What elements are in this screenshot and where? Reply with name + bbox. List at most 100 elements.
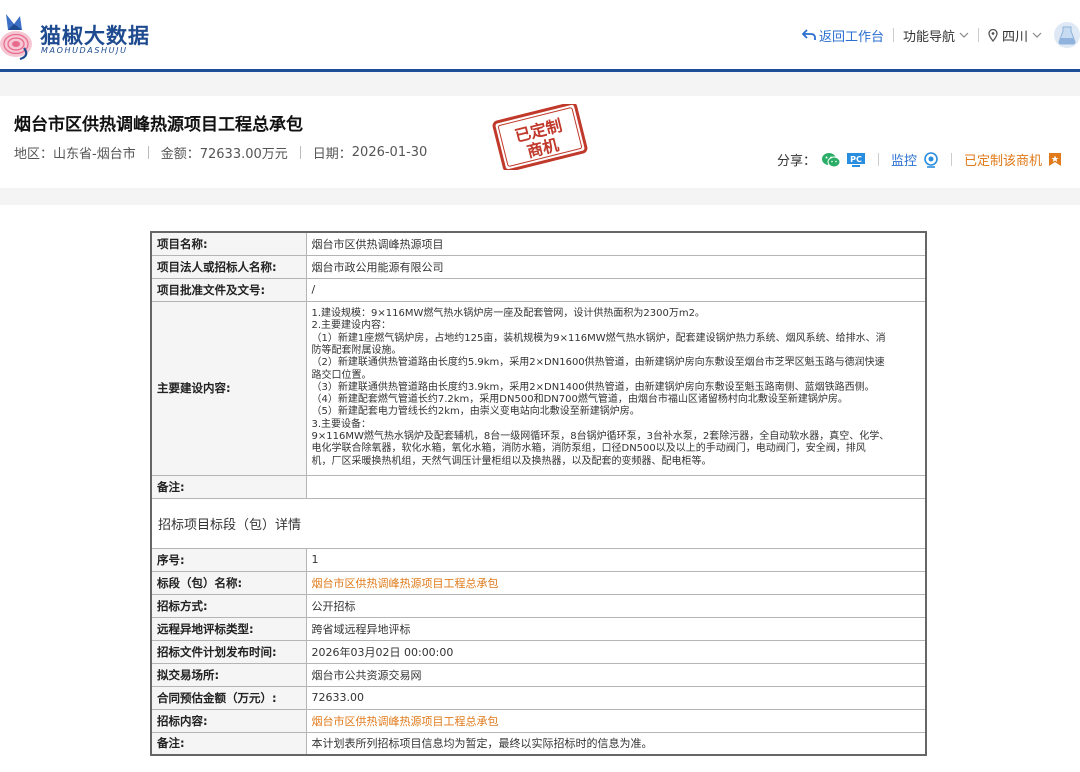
table-row: 标段（包）名称: 烟台市区供热调峰热源项目工程总承包	[150, 570, 927, 595]
table-row: 远程异地评标类型: 跨省域远程异地评标	[150, 616, 927, 641]
venue-label: 拟交易场所:	[150, 662, 307, 687]
content-line: 机，厂区采暖换热机组，天然气调压计量柜组以及换热器，以及配套的变频器、配电柜等。	[311, 455, 712, 467]
note-label: 备注:	[150, 731, 307, 756]
top-nav: 返回工作台 功能导航 四川	[801, 22, 1080, 48]
construction-content: 1.建设规模：9×116MW燃气热水锅炉房一座及配套管网，设计供热面积为2300…	[305, 300, 927, 476]
region-selector[interactable]: 四川	[988, 26, 1042, 45]
action-bar: 分享： PC 监控 已定制该商机	[777, 150, 1062, 169]
seq-label: 序号:	[150, 547, 307, 572]
method-label: 招标方式:	[150, 593, 307, 618]
seq-value: 1	[305, 547, 927, 572]
region-meta-label: 地区：	[14, 147, 54, 162]
header-accent-line	[0, 69, 1080, 72]
return-arrow-icon	[801, 29, 816, 40]
table-row: 招标项目标段（包）详情	[150, 497, 927, 549]
user-avatar[interactable]	[1054, 22, 1080, 48]
date-meta-value: 2026-01-30	[351, 145, 428, 160]
owner-value: 烟台市政公用能源有限公司	[305, 254, 927, 279]
share-label: 分享：	[776, 154, 816, 169]
meta-divider	[147, 146, 149, 159]
date-meta-label: 日期：	[312, 147, 352, 162]
table-row: 招标方式: 公开招标	[150, 593, 927, 618]
table-row: 项目法人或招标人名称: 烟台市政公用能源有限公司	[150, 254, 927, 279]
chevron-down-icon	[959, 32, 969, 38]
content-line: 9×116MW燃气热水锅炉及配套辅机，8台一级网循环泵，8台锅炉循环泵，3台补水…	[311, 431, 890, 443]
amount-meta-value: 72633.00万元	[199, 147, 288, 162]
customized-opportunity-button[interactable]: 已定制该商机	[964, 150, 1062, 169]
project-detail-table: 项目名称: 烟台市区供热调峰热源项目 项目法人或招标人名称: 烟台市政公用能源有…	[150, 231, 927, 756]
project-name-value: 烟台市区供热调峰热源项目	[305, 231, 927, 256]
wechat-icon	[821, 152, 840, 167]
table-row: 备注:	[150, 474, 927, 499]
section-title: 招标项目标段（包）详情	[150, 497, 927, 549]
bookmark-icon	[1049, 153, 1061, 166]
project-meta: 地区： 山东省-烟台市 金额： 72633.00万元 日期： 2026-01-3…	[14, 143, 427, 162]
monitor-label: 监控	[890, 154, 917, 169]
approval-label: 项目批准文件及文号:	[150, 277, 307, 302]
wechat-share-button[interactable]	[821, 152, 840, 168]
bid-content-link[interactable]: 烟台市区供热调峰热源项目工程总承包	[305, 708, 927, 733]
remote-value: 跨省域远程异地评标	[305, 616, 927, 641]
content-line: （1）新建1座燃气锅炉房，占地约125亩，装机规模为9×116MW燃气热水锅炉，…	[311, 332, 886, 344]
content-line: （5）新建配套电力管线长约2km，由崇义变电站向北敷设至新建锅炉房。	[311, 406, 640, 418]
customized-stamp: 已定制 商机	[492, 104, 588, 170]
content-line: 1.建设规模：9×116MW燃气热水锅炉房一座及配套管网，设计供热面积为2300…	[311, 308, 705, 320]
chevron-down-icon	[1032, 32, 1042, 38]
content-label: 主要建设内容:	[150, 300, 307, 476]
brand-sub: MAOHUDASHUJU	[41, 46, 128, 55]
project-title-card: 烟台市区供热调峰热源项目工程总承包 地区： 山东省-烟台市 金额： 72633.…	[0, 96, 1080, 188]
remote-label: 远程异地评标类型:	[150, 616, 307, 641]
bid-content-label: 招标内容:	[150, 708, 307, 733]
project-title: 烟台市区供热调峰热源项目工程总承包	[14, 115, 303, 135]
function-nav-menu[interactable]: 功能导航	[903, 26, 969, 45]
detail-content: 项目名称: 烟台市区供热调峰热源项目 项目法人或招标人名称: 烟台市政公用能源有…	[0, 205, 1080, 772]
logo[interactable]: 猫椒大数据 MAOHUDASHUJU	[0, 8, 160, 64]
svg-text:PC: PC	[850, 155, 862, 164]
content-line: （4）新建配套燃气管道长约7.2km，采用DN500和DN700燃气管道，由烟台…	[311, 394, 848, 406]
pc-icon: PC	[846, 152, 865, 167]
estimate-label: 合同预估金额（万元）:	[150, 685, 307, 710]
publish-label: 招标文件计划发布时间:	[150, 639, 307, 664]
content-line: 电化学联合除氧器，软化水箱，氧化水箱，消防水箱，消防泵组，口径DN500以及以上…	[311, 443, 866, 455]
note-value: 本计划表所列招标项目信息均为暂定，最终以实际招标时的信息为准。	[305, 731, 927, 756]
table-row: 招标文件计划发布时间: 2026年03月02日 00:00:00	[150, 639, 927, 664]
custom-label: 已定制该商机	[963, 154, 1042, 169]
action-divider	[877, 153, 879, 166]
remark-label: 备注:	[150, 474, 307, 499]
owner-label: 项目法人或招标人名称:	[150, 254, 307, 279]
amount-meta-label: 金额：	[160, 147, 200, 162]
lot-link[interactable]: 烟台市区供热调峰热源项目工程总承包	[305, 570, 927, 595]
region-meta-value: 山东省-烟台市	[53, 147, 136, 162]
content-line: 防等配套附属设施。	[311, 344, 402, 356]
monitor-eye-icon	[924, 151, 938, 168]
nav-divider	[892, 28, 894, 42]
table-row: 项目名称: 烟台市区供热调峰热源项目	[150, 231, 927, 256]
region-label: 四川	[1001, 29, 1028, 45]
table-row: 主要建设内容: 1.建设规模：9×116MW燃气热水锅炉房一座及配套管网，设计供…	[150, 300, 927, 476]
remark-value	[305, 474, 927, 499]
table-row: 序号: 1	[150, 547, 927, 572]
content-line: 3.主要设备：	[311, 418, 372, 430]
lot-label: 标段（包）名称:	[150, 570, 307, 595]
table-row: 备注: 本计划表所列招标项目信息均为暂定，最终以实际招标时的信息为准。	[150, 731, 927, 756]
pc-share-button[interactable]: PC	[846, 152, 866, 168]
logo-mark-icon	[0, 14, 32, 60]
method-value: 公开招标	[305, 593, 927, 618]
top-header: 猫椒大数据 MAOHUDASHUJU 返回工作台 功能导航 四川	[0, 0, 1080, 70]
monitor-button[interactable]: 监控	[891, 150, 939, 169]
content-line: 路交口位置。	[311, 369, 372, 381]
content-line: （3）新建联通供热管道路由长度约3.9km，采用2×DN1400供热管道，由新建…	[311, 381, 875, 393]
publish-value: 2026年03月02日 00:00:00	[305, 639, 927, 664]
venue-value: 烟台市公共资源交易网	[305, 662, 927, 687]
content-line: 2.主要建设内容：	[311, 320, 392, 332]
nav-divider	[977, 28, 979, 42]
table-row: 项目批准文件及文号: /	[150, 277, 927, 302]
table-row: 拟交易场所: 烟台市公共资源交易网	[150, 662, 927, 687]
back-label: 返回工作台	[818, 29, 884, 45]
project-name-label: 项目名称:	[150, 231, 307, 256]
action-divider	[950, 153, 952, 166]
back-to-workbench-link[interactable]: 返回工作台	[801, 26, 884, 45]
approval-value: /	[305, 277, 927, 302]
estimate-value: 72633.00	[305, 685, 927, 710]
menu-label: 功能导航	[902, 29, 955, 45]
